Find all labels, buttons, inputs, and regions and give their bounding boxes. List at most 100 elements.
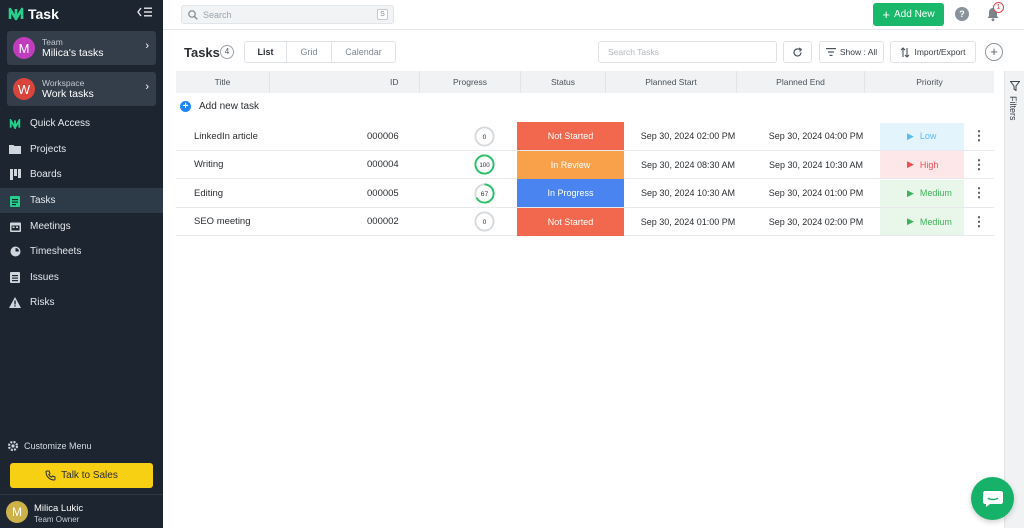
sidebar-item-risks[interactable]: Risks (0, 290, 163, 316)
planned-end[interactable]: Sep 30, 2024 04:00 PM (752, 122, 880, 150)
customize-menu-link[interactable]: Customize Menu (7, 440, 92, 452)
task-title[interactable]: Editing (176, 179, 323, 207)
talk-to-sales-label: Talk to Sales (61, 470, 118, 481)
team-switcher[interactable]: M Team Milica's tasks › (7, 31, 156, 65)
flag-icon: ▶ (907, 216, 914, 226)
column-title[interactable]: Title (176, 71, 270, 93)
planned-end[interactable]: Sep 30, 2024 10:30 AM (752, 151, 880, 179)
chat-support-button[interactable] (971, 477, 1014, 520)
show-filter-label: Show : All (839, 47, 878, 57)
filters-panel-toggle[interactable]: Filters (1004, 71, 1024, 528)
sidebar-item-label: Projects (30, 143, 67, 155)
search-input[interactable] (203, 8, 353, 22)
column-planned-start[interactable]: Planned Start (606, 71, 737, 93)
status-badge[interactable]: Not Started (517, 207, 624, 236)
table-row[interactable]: Editing 000005 67 In Progress Sep 30, 20… (176, 179, 994, 208)
more-options-icon[interactable]: ⋮ (964, 122, 994, 150)
tab-list[interactable]: List (245, 42, 287, 62)
add-column-icon[interactable]: + (985, 43, 1003, 61)
filter-lines-icon (825, 48, 836, 56)
task-icon (9, 195, 21, 207)
planned-start[interactable]: Sep 30, 2024 02:00 PM (624, 122, 752, 150)
help-icon[interactable]: ? (955, 7, 969, 21)
tab-grid[interactable]: Grid (287, 42, 332, 62)
filters-label: Filters (1008, 96, 1018, 121)
sidebar-item-label: Risks (30, 297, 55, 309)
sidebar-item-tasks[interactable]: Tasks (0, 187, 163, 214)
refresh-button[interactable] (783, 41, 812, 63)
task-title[interactable]: SEO meeting (176, 208, 323, 236)
sidebar-item-boards[interactable]: Boards (0, 162, 163, 188)
status-badge[interactable]: In Progress (517, 179, 624, 207)
column-priority[interactable]: Priority (865, 71, 994, 93)
column-progress[interactable]: Progress (420, 71, 521, 93)
sidebar-item-label: Boards (30, 169, 62, 181)
plus-icon: + (882, 6, 890, 22)
app-brand[interactable]: Task (8, 5, 59, 23)
import-export-button[interactable]: Import/Export (890, 41, 976, 63)
more-options-icon[interactable]: ⋮ (964, 151, 994, 179)
talk-to-sales-button[interactable]: Talk to Sales (10, 463, 153, 488)
priority-badge[interactable]: ▶ Low (880, 122, 964, 150)
planned-start[interactable]: Sep 30, 2024 08:30 AM (624, 151, 752, 179)
planned-end[interactable]: Sep 30, 2024 01:00 PM (752, 179, 880, 207)
search-icon (188, 10, 198, 20)
table-row[interactable]: LinkedIn article 000006 0 Not Started Se… (176, 122, 994, 151)
planned-end[interactable]: Sep 30, 2024 02:00 PM (752, 208, 880, 236)
sidebar-item-meetings[interactable]: Meetings (0, 213, 163, 239)
chevron-right-icon: › (145, 40, 149, 52)
task-search-input[interactable] (599, 42, 776, 62)
customize-menu-label: Customize Menu (24, 441, 92, 451)
task-id: 000006 (367, 130, 399, 142)
planned-start[interactable]: Sep 30, 2024 01:00 PM (624, 208, 752, 236)
flag-icon: ▶ (907, 187, 914, 198)
more-options-icon[interactable]: ⋮ (964, 179, 994, 207)
column-status[interactable]: Status (521, 71, 606, 93)
team-name: Milica's tasks (42, 47, 104, 59)
sidebar-item-label: Meetings (30, 220, 71, 232)
user-name: Milica Lukic (34, 503, 84, 514)
flag-icon: ▶ (907, 159, 914, 169)
table-row[interactable]: Writing 000004 100 In Review Sep 30, 202… (176, 150, 994, 179)
import-export-label: Import/Export (914, 47, 966, 57)
status-badge[interactable]: In Review (517, 150, 624, 179)
task-title[interactable]: Writing (176, 151, 323, 179)
sidebar-item-issues[interactable]: Issues (0, 265, 163, 291)
column-planned-end[interactable]: Planned End (737, 71, 865, 93)
status-cell: Not Started (517, 207, 624, 236)
add-new-task-button[interactable]: + Add new task (180, 101, 259, 112)
refresh-icon (793, 46, 803, 57)
user-avatar: M (6, 501, 28, 523)
task-search[interactable] (598, 41, 777, 63)
sidebar-item-timesheets[interactable]: Timesheets (0, 239, 163, 265)
show-filter-button[interactable]: Show : All (819, 41, 884, 63)
sidebar-item-quick-access[interactable]: Quick Access (0, 111, 163, 137)
board-icon (9, 169, 21, 181)
column-id-label: ID (390, 77, 399, 87)
task-title[interactable]: LinkedIn article (176, 122, 323, 150)
tab-calendar[interactable]: Calendar (332, 42, 395, 62)
task-count-badge: 4 (220, 45, 234, 59)
warning-icon (9, 297, 21, 309)
priority-badge[interactable]: ▶ High (880, 151, 964, 178)
workspace-avatar: W (13, 78, 35, 100)
progress-value: 67 (480, 191, 488, 198)
priority-cell: ▶ Medium (880, 208, 964, 236)
table-row[interactable]: SEO meeting 000002 0 Not Started Sep 30,… (176, 207, 994, 236)
global-search[interactable]: S (181, 5, 394, 24)
column-id[interactable]: ID (270, 71, 420, 93)
user-profile[interactable]: M Milica Lukic Team Owner (0, 494, 163, 528)
priority-badge[interactable]: ▶ Medium (880, 208, 964, 235)
priority-cell: ▶ High (880, 151, 964, 179)
workspace-switcher[interactable]: W Workspace Work tasks › (7, 72, 156, 106)
collapse-sidebar-icon[interactable] (136, 6, 154, 20)
more-options-icon[interactable]: ⋮ (964, 208, 994, 236)
priority-label: Medium (919, 216, 952, 227)
sidebar-item-projects[interactable]: Projects (0, 137, 163, 163)
sidebar-item-label: Issues (30, 271, 59, 283)
add-new-button[interactable]: + Add New (873, 3, 944, 26)
status-badge[interactable]: Not Started (517, 122, 624, 150)
priority-badge[interactable]: ▶ Medium (880, 179, 964, 207)
planned-start[interactable]: Sep 30, 2024 10:30 AM (624, 179, 752, 207)
workspace-name: Work tasks (42, 88, 94, 100)
